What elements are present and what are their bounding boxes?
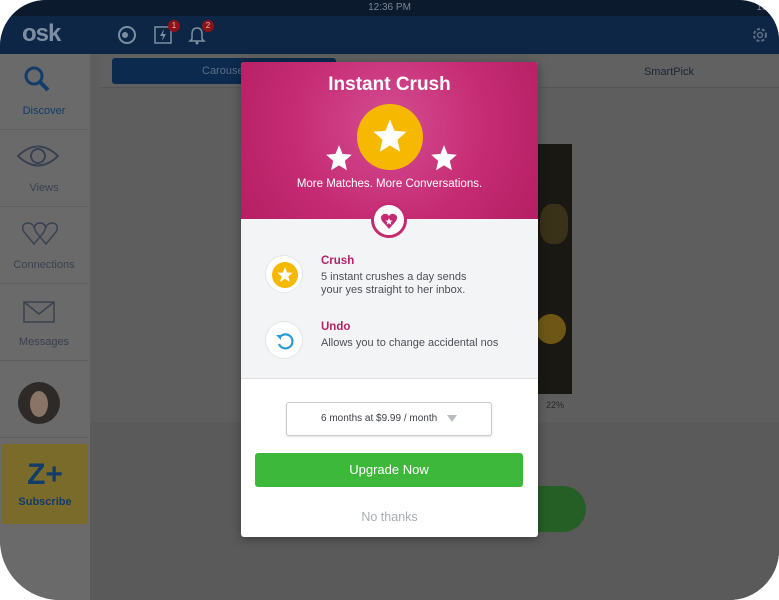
bell-badge: 2: [202, 20, 214, 32]
star-icon: [431, 145, 457, 171]
sidebar-item-discover[interactable]: Discover: [0, 54, 88, 130]
modal-title: Instant Crush: [328, 74, 451, 95]
sidebar-item-label: Views: [29, 182, 59, 194]
feature-undo: Undo Allows you to change accidental nos: [265, 321, 525, 371]
sidebar-item-connections[interactable]: Connections: [0, 208, 88, 284]
undo-feature-icon: [265, 321, 303, 359]
feature-title: Undo: [321, 321, 351, 333]
bell-icon[interactable]: 2: [186, 20, 214, 46]
sidebar-item-label: Connections: [13, 259, 75, 271]
feature-list: Crush 5 instant crushes a day sends your…: [241, 219, 538, 379]
modal-subtitle: More Matches. More Conversations.: [296, 178, 483, 190]
app-header: osk 1 2: [0, 16, 779, 54]
sidebar-item-profile[interactable]: [0, 362, 88, 438]
envelope-icon: [23, 301, 55, 323]
crush-star-badge: [357, 104, 423, 170]
feature-title: Crush: [321, 255, 355, 267]
search-icon: [24, 66, 50, 92]
star-icon: [373, 119, 407, 152]
subscribe-label: Subscribe: [18, 496, 72, 508]
photo-star-icon: [536, 314, 566, 344]
eye-icon: [16, 145, 60, 167]
flash-badge: 1: [168, 20, 180, 32]
instant-crush-modal: Instant Crush More Matches. More Convers…: [241, 62, 538, 537]
feature-description: 5 instant crushes a day sends your yes s…: [321, 271, 467, 296]
battery-level: 100: [756, 2, 773, 13]
sidebar-item-messages[interactable]: Messages: [0, 285, 88, 361]
no-thanks-link[interactable]: No thanks: [241, 510, 538, 524]
plan-select[interactable]: 6 months at $9.99 / month: [286, 402, 492, 436]
star-icon: [272, 262, 298, 288]
undo-icon: [276, 333, 294, 350]
sidebar-item-label: Discover: [22, 105, 66, 117]
yes-button[interactable]: [530, 486, 586, 532]
compass-icon[interactable]: [116, 24, 138, 46]
subscribe-symbol: Z+: [27, 458, 63, 491]
chevron-down-icon: [447, 415, 457, 422]
star-icon: [326, 145, 352, 171]
modal-header: Instant Crush More Matches. More Convers…: [241, 62, 538, 219]
status-bar: 12:36 PM 100: [0, 0, 779, 16]
feature-crush: Crush 5 instant crushes a day sends your…: [265, 255, 525, 305]
plan-select-value: 6 months at $9.99 / month: [321, 413, 438, 424]
sidebar-item-views[interactable]: Views: [0, 131, 88, 207]
status-time: 12:36 PM: [368, 2, 411, 13]
device-frame: 12:36 PM 100 osk 1 2 Discover Views Conn…: [0, 0, 779, 600]
subscribe-button[interactable]: Z+ Subscribe: [2, 444, 88, 524]
avatar: [18, 382, 60, 424]
profile-photo[interactable]: [536, 144, 572, 394]
crush-feature-icon: [265, 255, 303, 293]
flash-icon[interactable]: 1: [152, 20, 180, 46]
heart-icon: [371, 202, 407, 238]
gear-icon[interactable]: [751, 26, 769, 49]
feature-description: Allows you to change accidental nos: [321, 337, 499, 349]
app-logo: osk: [22, 20, 61, 47]
match-percent: 22%: [546, 400, 565, 410]
hearts-icon: [21, 222, 59, 246]
sidebar-item-label: Messages: [18, 336, 70, 348]
upgrade-now-button[interactable]: Upgrade Now: [255, 453, 523, 487]
sidebar: Discover Views Connections Messages Z+ S…: [0, 54, 90, 600]
tab-smartpick[interactable]: SmartPick: [559, 56, 779, 88]
